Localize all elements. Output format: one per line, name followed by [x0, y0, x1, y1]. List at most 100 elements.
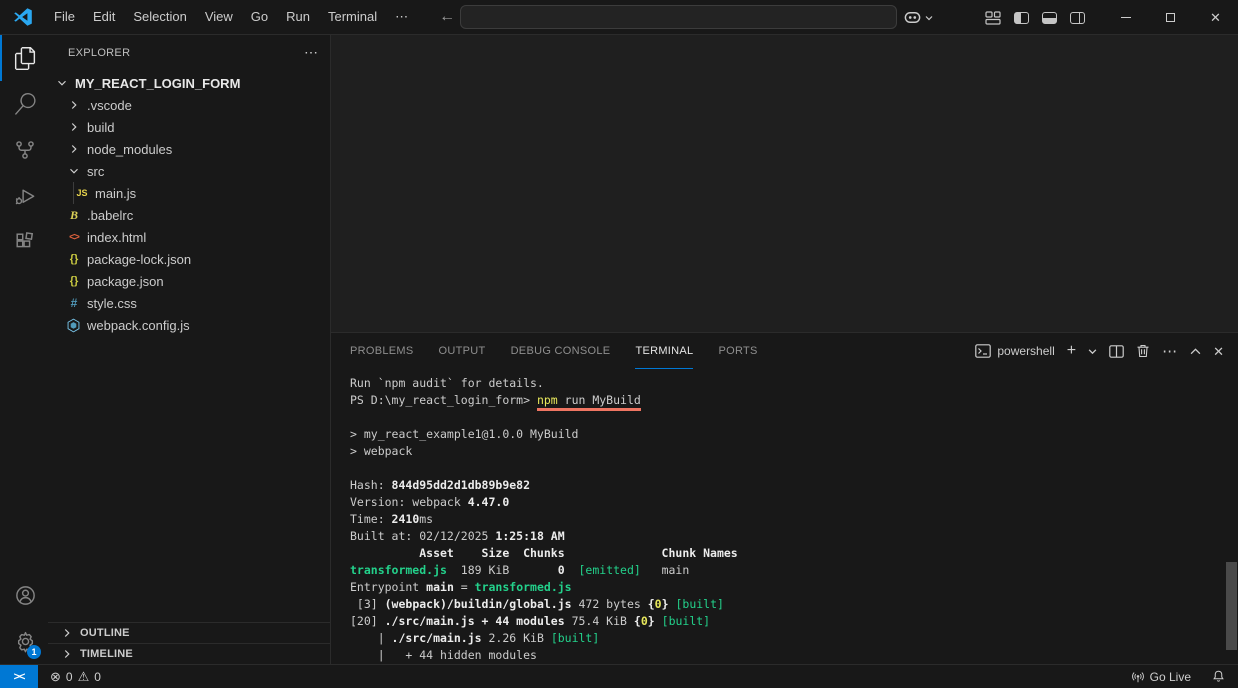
notifications-bell-icon[interactable] [1211, 669, 1226, 684]
explorer-more-actions-icon[interactable]: ⋯ [304, 44, 318, 61]
shell-selector[interactable]: powershell [975, 344, 1054, 358]
launch-profile-chevron-icon[interactable] [1088, 347, 1097, 356]
tree-item--babelrc[interactable]: B.babelrc [48, 204, 330, 226]
new-terminal-icon[interactable]: + [1067, 343, 1076, 359]
toggle-secondary-sidebar-icon[interactable] [1070, 12, 1085, 24]
explorer-sidebar: EXPLORER ⋯ MY_REACT_LOGIN_FORM .vscode bu… [48, 35, 331, 664]
activity-extensions-icon[interactable] [0, 219, 48, 265]
explorer-title: EXPLORER [68, 47, 130, 59]
babel-file-icon: B [66, 208, 82, 223]
accounts-icon[interactable] [0, 572, 48, 618]
chevron-collapsed-icon [60, 626, 74, 640]
section-label: TIMELINE [80, 648, 133, 660]
menu-bar: FileEditSelectionViewGoRunTerminal⋯ [45, 0, 417, 34]
tree-item-src[interactable]: src [48, 160, 330, 182]
panel-tab-output[interactable]: OUTPUT [439, 333, 486, 369]
terminal-line: Run `npm audit` for details. [350, 375, 1222, 392]
warnings-count: 0 [94, 670, 101, 684]
terminal-line: Time: 2410ms [350, 511, 1222, 528]
activity-search-icon[interactable] [0, 81, 48, 127]
activity-run-debug-icon[interactable] [0, 173, 48, 219]
terminal-output[interactable]: Run `npm audit` for details.PS D:\my_rea… [331, 369, 1238, 664]
customize-layout-icon[interactable] [985, 11, 1001, 25]
chevron-collapsed-icon [66, 120, 82, 134]
menu-view[interactable]: View [196, 5, 242, 29]
panel-more-actions-icon[interactable]: ⋯ [1162, 344, 1178, 359]
menu-terminal[interactable]: Terminal [319, 5, 386, 29]
chevron-collapsed-icon [66, 98, 82, 112]
panel-tab-terminal[interactable]: TERMINAL [635, 333, 693, 369]
bottom-panel: PROBLEMS OUTPUT DEBUG CONSOLE TERMINAL PORTS… [331, 332, 1238, 664]
menu-go[interactable]: Go [242, 5, 277, 29]
tree-item-main-js[interactable]: JSmain.js [48, 182, 330, 204]
tree-item-label: src [87, 164, 104, 179]
powershell-terminal-icon [975, 344, 991, 358]
terminal-line: [20] ./src/main.js + 44 modules 75.4 KiB… [350, 613, 1222, 630]
tree-item-node-modules[interactable]: node_modules [48, 138, 330, 160]
activity-explorer-icon[interactable] [0, 35, 48, 81]
tree-item-webpack-config-js[interactable]: webpack.config.js [48, 314, 330, 336]
tree-item-build[interactable]: build [48, 116, 330, 138]
tree-root-folder[interactable]: MY_REACT_LOGIN_FORM [48, 72, 330, 94]
tree-item-style-css[interactable]: #style.css [48, 292, 330, 314]
panel-tab-ports[interactable]: PORTS [718, 333, 757, 369]
activity-source-control-icon[interactable] [0, 127, 48, 173]
copilot-icon [903, 8, 922, 27]
activity-bar: 1 [0, 35, 48, 664]
terminal-line: Built at: 02/12/2025 1:25:18 AM [350, 528, 1222, 545]
panel-tab-debug-console[interactable]: DEBUG CONSOLE [511, 333, 611, 369]
menu-run[interactable]: Run [277, 5, 319, 29]
tree-item--vscode[interactable]: .vscode [48, 94, 330, 116]
tree-item-package-lock-json[interactable]: {} package-lock.json [48, 248, 330, 270]
tree-item-index-html[interactable]: <> index.html [48, 226, 330, 248]
copilot-menu[interactable] [903, 8, 933, 27]
terminal-line [350, 460, 1222, 477]
json-file-icon: {} [66, 275, 82, 287]
html-file-icon: <> [66, 232, 82, 243]
terminal-scrollbar[interactable] [1226, 562, 1237, 650]
broadcast-icon [1131, 670, 1145, 684]
panel-tab-problems[interactable]: PROBLEMS [350, 333, 414, 369]
maximize-panel-icon[interactable] [1190, 347, 1201, 356]
remote-indicator[interactable]: >< [0, 665, 38, 688]
command-center-search[interactable] [460, 5, 897, 29]
tree-item-label: webpack.config.js [87, 318, 190, 333]
close-panel-icon[interactable]: ✕ [1213, 345, 1224, 358]
toggle-panel-icon[interactable] [1042, 12, 1057, 24]
go-live-button[interactable]: Go Live [1131, 670, 1191, 684]
errors-count: 0 [66, 670, 73, 684]
menu-selection[interactable]: Selection [124, 5, 195, 29]
maximize-button[interactable] [1148, 0, 1193, 35]
tree-item-label: style.css [87, 296, 137, 311]
kill-terminal-trash-icon[interactable] [1136, 344, 1150, 358]
menu-edit[interactable]: Edit [84, 5, 124, 29]
nav-back-icon[interactable]: ← [439, 8, 455, 26]
json-file-icon: {} [66, 253, 82, 265]
chevron-expanded-icon [54, 76, 70, 90]
problems-status[interactable]: ⊗ 0 ⚠ 0 [50, 670, 101, 684]
tree-item-package-json[interactable]: {}package.json [48, 270, 330, 292]
tree-item-label: index.html [87, 230, 146, 245]
close-button[interactable]: ✕ [1193, 0, 1238, 35]
chevron-expanded-icon [66, 164, 82, 178]
remote-icon: >< [14, 671, 25, 683]
settings-gear-icon[interactable]: 1 [0, 618, 48, 664]
section-outline[interactable]: OUTLINE [48, 622, 330, 643]
menu-more-icon[interactable]: ⋯ [386, 5, 417, 29]
split-terminal-icon[interactable] [1109, 345, 1124, 358]
editor-empty-area[interactable] [331, 35, 1238, 332]
terminal-line: | ./src/main.js 2.26 KiB [built] [350, 630, 1222, 647]
menu-file[interactable]: File [45, 5, 84, 29]
section-timeline[interactable]: TIMELINE [48, 643, 330, 664]
status-bar: >< ⊗ 0 ⚠ 0 Go Live [0, 664, 1238, 688]
chevron-down-icon [925, 14, 933, 22]
webpack-file-icon [66, 318, 82, 333]
tree-item-label: build [87, 120, 114, 135]
terminal-line: > my_react_example1@1.0.0 MyBuild [350, 426, 1222, 443]
shell-label: powershell [997, 344, 1054, 358]
terminal-line [350, 409, 1222, 426]
tree-item-label: package-lock.json [87, 252, 191, 267]
toggle-primary-sidebar-icon[interactable] [1014, 12, 1029, 24]
terminal-line: > webpack [350, 443, 1222, 460]
minimize-button[interactable] [1103, 0, 1148, 35]
